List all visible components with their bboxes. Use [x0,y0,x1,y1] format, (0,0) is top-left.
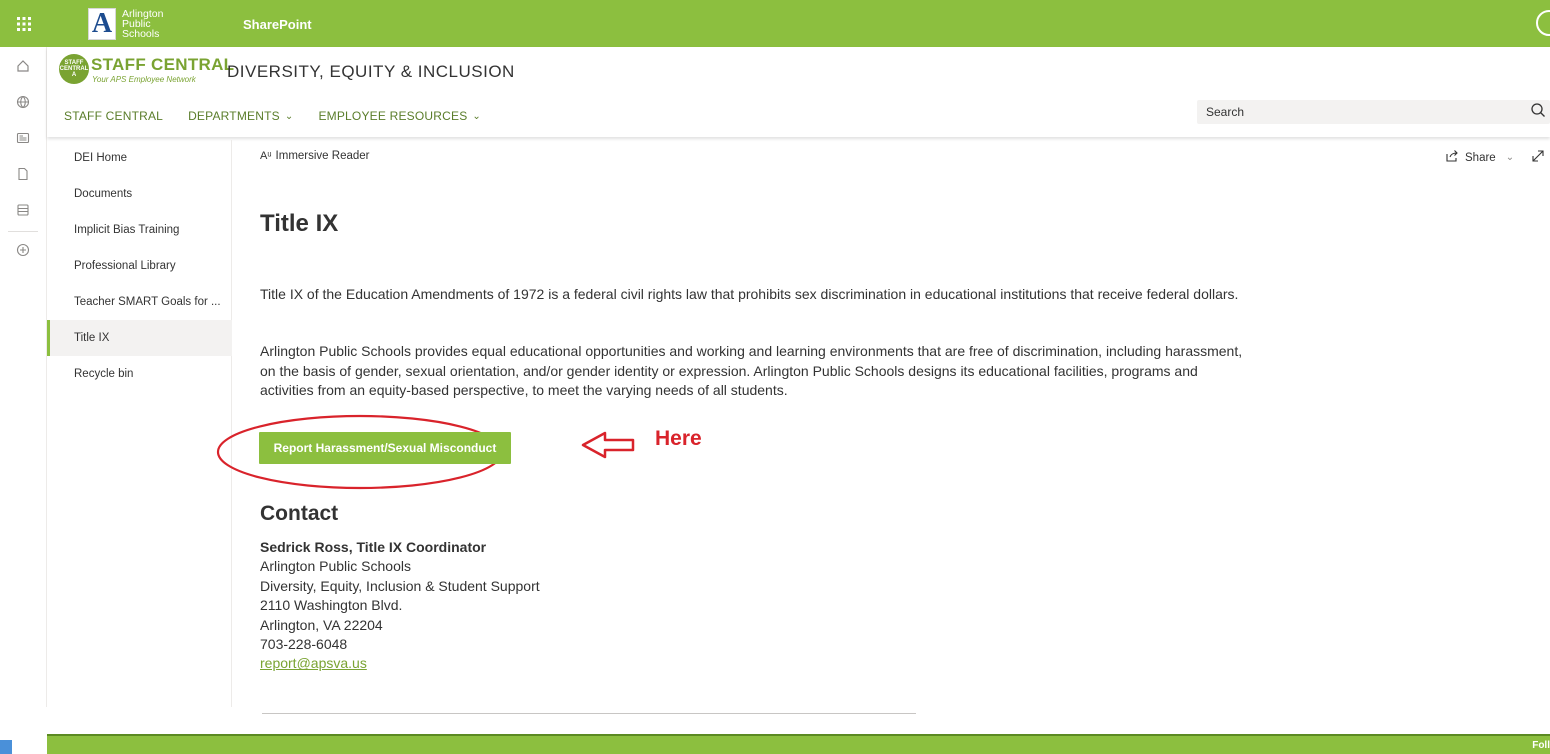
nav-item-departments[interactable]: DEPARTMENTS ⌄ [188,109,293,123]
suite-bar: A Arlington Public Schools SharePoint [0,0,1550,47]
leftnav-item-teacher-smart-goals[interactable]: Teacher SMART Goals for ... [47,284,232,320]
page-title: Title IX [260,210,339,237]
badge-line-3: A [71,72,77,78]
left-nav: DEI Home Documents Implicit Bias Trainin… [47,140,232,707]
app-launcher-icon[interactable] [0,0,47,47]
share-icon [1446,150,1459,165]
chevron-down-icon: ⌄ [472,110,482,122]
share-button[interactable]: Share ⌄ [1446,150,1514,165]
org-logo[interactable]: A Arlington Public Schools [88,5,163,43]
policy-paragraph: Arlington Public Schools provides equal … [260,343,1243,398]
chevron-down-icon: ⌄ [1505,152,1515,163]
file-icon[interactable] [14,165,32,183]
lists-icon[interactable] [14,201,32,219]
app-bar [0,47,47,707]
nav-item-employee-resources[interactable]: EMPLOYEE RESOURCES ⌄ [318,109,481,123]
news-icon[interactable] [14,129,32,147]
add-icon[interactable] [14,241,32,259]
footer-corner-mark [0,740,12,754]
org-logo-letter: A [88,8,116,40]
org-logo-text: Arlington Public Schools [122,9,163,40]
content-divider [262,713,916,714]
leftnav-item-dei-home[interactable]: DEI Home [47,140,232,176]
contact-details: Sedrick Ross, Title IX Coordinator Arlin… [260,538,540,674]
app-bar-divider [8,231,38,232]
search-input[interactable]: Search [1197,100,1550,124]
staff-central-brand[interactable]: STAFF CENTRAL [91,55,234,75]
leftnav-item-title-ix[interactable]: Title IX [47,320,232,356]
site-header: STAFF CENTRAL A STAFF CENTRAL Your APS E… [47,47,1550,137]
sharepoint-link[interactable]: SharePoint [243,17,312,32]
leftnav-item-documents[interactable]: Documents [47,176,232,212]
staff-central-badge[interactable]: STAFF CENTRAL A [59,54,89,84]
contact-phone: 703-228-6048 [260,636,348,653]
annotation-arrow-icon [581,431,635,459]
site-title[interactable]: DIVERSITY, EQUITY & INCLUSION [227,62,515,82]
contact-email-link[interactable]: report@apsva.us [260,655,367,671]
home-icon[interactable] [14,57,32,75]
contact-dept: Diversity, Equity, Inclusion & Student S… [260,577,540,594]
contact-org: Arlington Public Schools [260,558,411,575]
report-harassment-button[interactable]: Report Harassment/Sexual Misconduct [259,432,511,464]
top-nav: STAFF CENTRAL DEPARTMENTS ⌄ EMPLOYEE RES… [64,109,506,123]
org-line-3: Schools [122,28,160,40]
nav-item-label: DEPARTMENTS [188,109,280,123]
share-label: Share [1465,151,1496,164]
globe-icon[interactable] [14,93,32,111]
immersive-reader-label: Immersive Reader [275,150,370,162]
search-placeholder: Search [1206,105,1245,119]
contact-name: Sedrick Ross, Title IX Coordinator [260,539,487,555]
immersive-reader-button[interactable]: Aᵘ Immersive Reader [260,150,370,162]
footer: Foll [47,734,1550,754]
leftnav-item-implicit-bias[interactable]: Implicit Bias Training [47,212,232,248]
contact-heading: Contact [260,502,339,525]
nav-item-label: STAFF CENTRAL [64,109,164,123]
chevron-down-icon: ⌄ [284,110,294,122]
search-icon[interactable] [1530,102,1550,122]
annotation-label: Here [655,427,702,450]
leftnav-item-recycle-bin[interactable]: Recycle bin [47,356,232,392]
leftnav-item-professional-library[interactable]: Professional Library [47,248,232,284]
nav-item-staff-central[interactable]: STAFF CENTRAL [64,109,163,123]
intro-paragraph: Title IX of the Education Amendments of … [260,286,1239,302]
contact-street: 2110 Washington Blvd. [260,597,403,614]
immersive-reader-icon: Aᵘ [260,150,272,162]
expand-icon[interactable] [1532,150,1544,165]
follow-button[interactable]: Foll [1532,740,1550,751]
avatar[interactable] [1536,10,1550,36]
staff-central-tagline: Your APS Employee Network [92,75,196,84]
contact-city: Arlington, VA 22204 [260,616,383,633]
nav-item-label: EMPLOYEE RESOURCES [318,109,468,123]
